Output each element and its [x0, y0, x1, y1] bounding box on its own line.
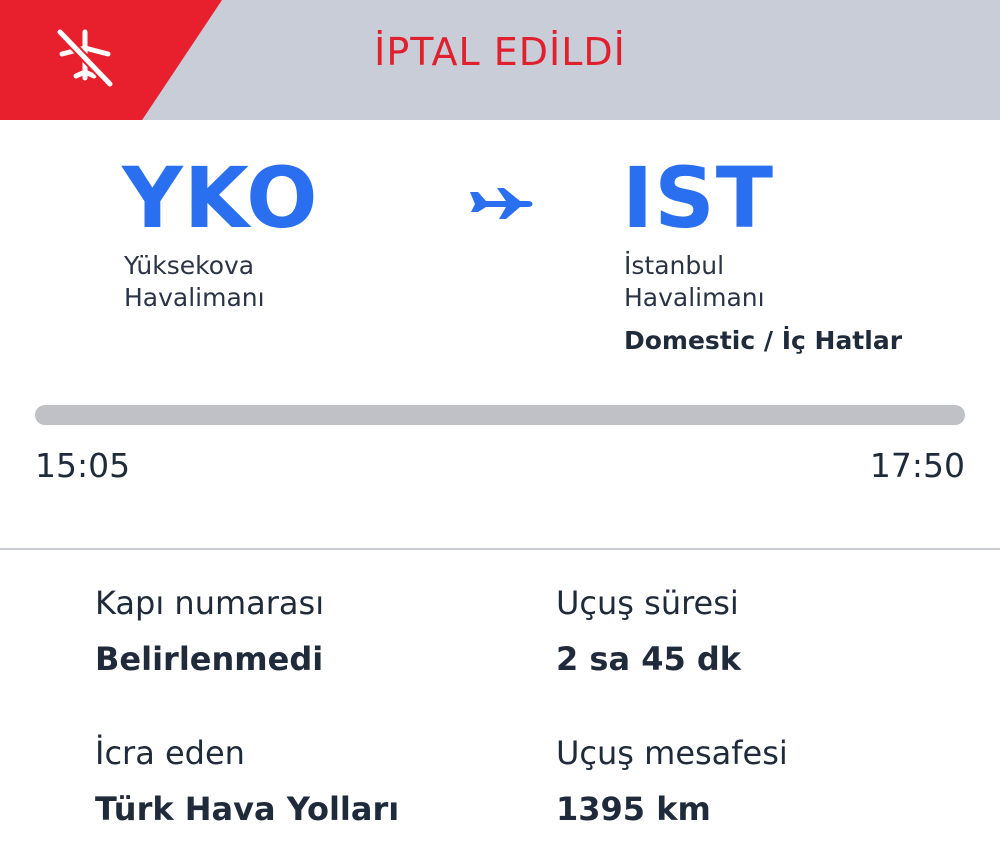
operator-label: İcra eden — [95, 734, 245, 772]
destination-airport-line1: İstanbul — [624, 251, 725, 280]
status-label: İPTAL EDİLDİ — [374, 30, 626, 74]
section-divider — [0, 548, 1000, 550]
origin-code: YKO — [122, 149, 319, 247]
distance-label: Uçuş mesafesi — [556, 734, 788, 772]
origin-airport-line1: Yüksekova — [124, 251, 255, 280]
destination-airport-line2: Havalimanı — [624, 283, 765, 312]
plane-icon — [470, 188, 533, 219]
flight-type-label: Domestic / İç Hatlar — [624, 326, 903, 355]
duration-value: 2 sa 45 dk — [556, 640, 742, 678]
duration-label: Uçuş süresi — [556, 584, 739, 622]
gate-label: Kapı numarası — [95, 584, 325, 622]
distance-value: 1395 km — [556, 790, 711, 828]
gate-value: Belirlenmedi — [95, 640, 324, 678]
status-banner: İPTAL EDİLDİ — [0, 0, 1000, 120]
destination-code: IST — [622, 149, 775, 247]
flight-progress-bar — [35, 405, 965, 425]
departure-time: 15:05 — [35, 446, 131, 485]
origin-airport-name: Yüksekova Havalimanı — [124, 250, 265, 314]
operator-value: Türk Hava Yolları — [95, 790, 400, 828]
origin-airport-line2: Havalimanı — [124, 283, 265, 312]
arrival-time: 17:50 — [869, 446, 965, 485]
destination-airport-name: İstanbul Havalimanı — [624, 250, 765, 314]
